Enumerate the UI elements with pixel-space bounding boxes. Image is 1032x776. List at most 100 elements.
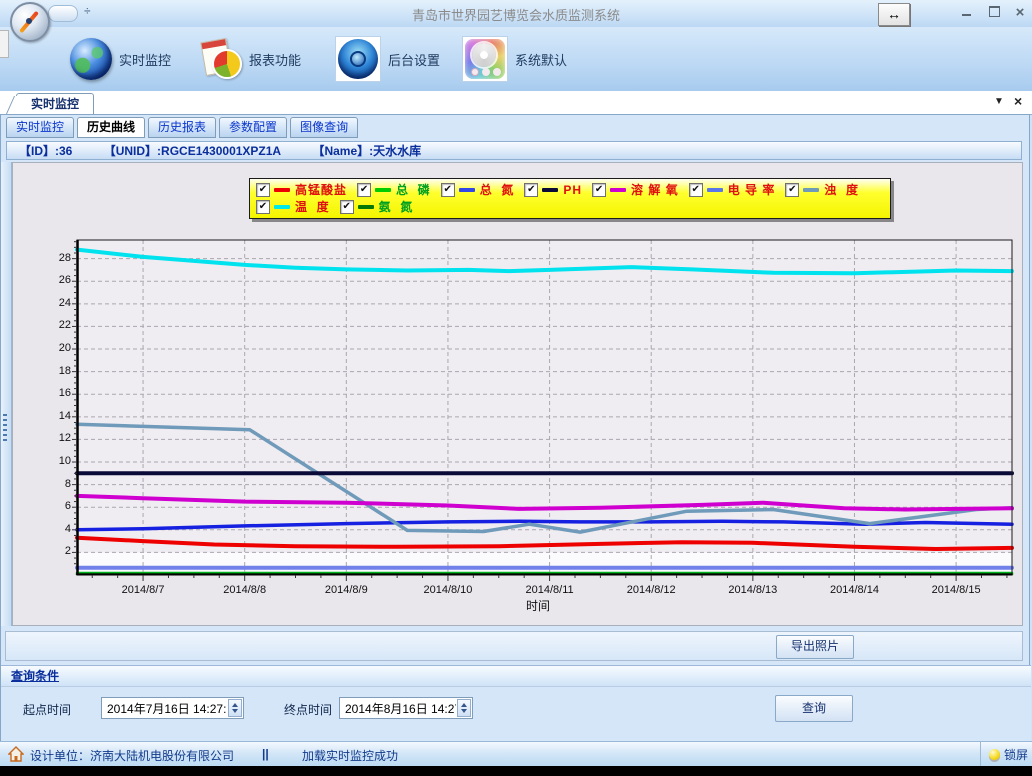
legend-checkbox[interactable]: ✔ xyxy=(689,183,703,197)
x-axis-tick-label: 2014/8/9 xyxy=(304,584,388,596)
legend-label: 高锰酸盐 xyxy=(295,181,347,198)
end-time-spinner[interactable] xyxy=(457,699,471,717)
legend-item: ✔ 溶 解 氧 xyxy=(592,181,679,198)
content-panel: 实时监控历史曲线历史报表参数配置图像查询 【ID】:36 【UNID】:RGCE… xyxy=(0,114,1030,741)
export-photo-button[interactable]: 导出照片 xyxy=(776,635,854,659)
plot-area: 2468101214161820222426282014/8/72014/8/8… xyxy=(77,240,1012,575)
legend-item: ✔ 总 氮 xyxy=(441,181,515,198)
legend-label: 总 氮 xyxy=(480,181,515,198)
tab-dropdown-icon[interactable]: ▼ xyxy=(994,96,1004,107)
legend-checkbox[interactable]: ✔ xyxy=(357,183,371,197)
subtab-1[interactable]: 实时监控 xyxy=(6,117,74,138)
background-window-fragment xyxy=(0,30,9,58)
sub-tab-strip: 实时监控历史曲线历史报表参数配置图像查询 xyxy=(6,117,358,138)
legend-line-swatch xyxy=(610,188,626,192)
compass-logo-icon[interactable] xyxy=(10,2,50,42)
maximize-button[interactable] xyxy=(984,6,1004,21)
bulb-icon xyxy=(989,749,1000,760)
station-name: 【Name】:天水水库 xyxy=(312,144,421,158)
start-time-input[interactable] xyxy=(101,697,244,719)
toolbar-button-label: 后台设置 xyxy=(388,50,440,69)
x-axis-tick-label: 2014/8/8 xyxy=(203,584,287,596)
y-axis-tick-label: 28 xyxy=(31,252,71,264)
icon-plate xyxy=(335,36,381,82)
legend-checkbox[interactable]: ✔ xyxy=(524,183,538,197)
toolbar-button-1[interactable]: 实时监控 xyxy=(70,35,171,83)
legend-checkbox[interactable]: ✔ xyxy=(592,183,606,197)
legend-checkbox[interactable]: ✔ xyxy=(256,200,270,214)
subtab-4[interactable]: 参数配置 xyxy=(219,117,287,138)
y-axis-tick-label: 6 xyxy=(31,500,71,512)
chart-legend: ✔高锰酸盐✔总 磷✔总 氮✔PH✔溶 解 氧✔电 导 率✔浊 度✔温 度✔氨 氮 xyxy=(249,178,891,219)
chart-plot xyxy=(77,240,1012,575)
minimize-button[interactable] xyxy=(956,6,976,21)
legend-checkbox[interactable]: ✔ xyxy=(441,183,455,197)
legend-line-swatch xyxy=(707,188,723,192)
legend-line-swatch xyxy=(375,188,391,192)
toolbar-button-2[interactable]: 报表功能 xyxy=(200,35,301,83)
icon-plate xyxy=(462,36,508,82)
bottom-black-strip xyxy=(0,766,1032,776)
toolbar-button-3[interactable]: 后台设置 xyxy=(335,35,440,83)
status-message: 加载实时监控成功 xyxy=(302,747,398,764)
minimize-icon xyxy=(962,14,971,16)
spin-up-icon xyxy=(232,703,238,707)
toolbar-button-label: 报表功能 xyxy=(249,50,301,69)
report-icon xyxy=(200,38,242,80)
start-time-spinner[interactable] xyxy=(228,699,242,717)
end-time-label: 终点时间 xyxy=(284,701,332,718)
legend-checkbox[interactable]: ✔ xyxy=(256,183,270,197)
y-axis-tick-label: 10 xyxy=(31,455,71,467)
x-axis-tick-label: 2014/8/7 xyxy=(101,584,185,596)
toolbar-button-4[interactable]: 系统默认 xyxy=(462,35,567,83)
history-curve-chart-panel: ✔高锰酸盐✔总 磷✔总 氮✔PH✔溶 解 氧✔电 导 率✔浊 度✔温 度✔氨 氮… xyxy=(12,162,1023,626)
x-axis-tick-label: 2014/8/12 xyxy=(609,584,693,596)
legend-row: ✔高锰酸盐✔总 磷✔总 氮✔PH✔溶 解 氧✔电 导 率✔浊 度 xyxy=(256,181,890,198)
title-bar: 青岛市世界园艺博览会水质监测系统 ÷ ↔ × xyxy=(0,0,1032,28)
quick-access-pill xyxy=(48,5,78,22)
start-time-label: 起点时间 xyxy=(23,701,71,718)
legend-label: 总 磷 xyxy=(396,181,431,198)
y-axis-tick-label: 8 xyxy=(31,478,71,490)
status-separator: || xyxy=(262,747,269,761)
globe-icon xyxy=(70,38,112,80)
station-id: 【ID】:36 xyxy=(19,144,72,158)
left-splitter[interactable] xyxy=(1,162,12,626)
x-axis-title: 时间 xyxy=(508,597,568,614)
legend-line-swatch xyxy=(274,188,290,192)
app-window: 青岛市世界园艺博览会水质监测系统 ÷ ↔ × 实时监控报表功能后台设置系统默认 … xyxy=(0,0,1032,776)
end-time-input[interactable] xyxy=(339,697,473,719)
design-unit-text: 设计单位：济南大陆机电股份有限公司 xyxy=(30,747,234,764)
report-pie xyxy=(212,49,242,79)
legend-checkbox[interactable]: ✔ xyxy=(340,200,354,214)
y-axis-tick-label: 18 xyxy=(31,365,71,377)
status-bar: 设计单位：济南大陆机电股份有限公司 || 加载实时监控成功 锁屏 xyxy=(0,741,1032,767)
x-axis-tick-label: 2014/8/13 xyxy=(711,584,795,596)
export-row: 导出照片 xyxy=(5,631,1023,661)
query-button[interactable]: 查询 xyxy=(775,695,853,722)
compass-hub xyxy=(26,18,32,24)
lock-screen-button[interactable]: 锁屏 xyxy=(980,742,1028,767)
y-axis-tick-label: 20 xyxy=(31,342,71,354)
subtab-2[interactable]: 历史曲线 xyxy=(77,117,145,138)
subtab-3[interactable]: 历史报表 xyxy=(148,117,216,138)
legend-label: 溶 解 氧 xyxy=(631,181,679,198)
resize-button[interactable]: ↔ xyxy=(878,3,910,26)
close-button[interactable]: × xyxy=(1010,6,1030,21)
tab-realtime-monitor[interactable]: 实时监控 xyxy=(16,93,94,114)
legend-checkbox[interactable]: ✔ xyxy=(785,183,799,197)
legend-label: 电 导 率 xyxy=(728,181,776,198)
legend-label: 氨 氮 xyxy=(379,198,414,215)
tab-close-icon[interactable]: × xyxy=(1014,93,1022,109)
toolbar-overflow-icon[interactable]: ÷ xyxy=(84,4,91,18)
query-conditions-body: 起点时间 终点时间 查询 xyxy=(1,687,1031,743)
legend-line-swatch xyxy=(358,205,374,209)
legend-line-swatch xyxy=(459,188,475,192)
legend-line-swatch xyxy=(274,205,290,209)
station-info-bar: 【ID】:36 【UNID】:RGCE1430001XPZ1A 【Name】:天… xyxy=(6,141,1022,160)
legend-line-swatch xyxy=(803,188,819,192)
legend-item: ✔ 氨 氮 xyxy=(340,198,414,215)
subtab-5[interactable]: 图像查询 xyxy=(290,117,358,138)
legend-line-swatch xyxy=(542,188,558,192)
query-conditions-header: 查询条件 xyxy=(1,665,1031,687)
